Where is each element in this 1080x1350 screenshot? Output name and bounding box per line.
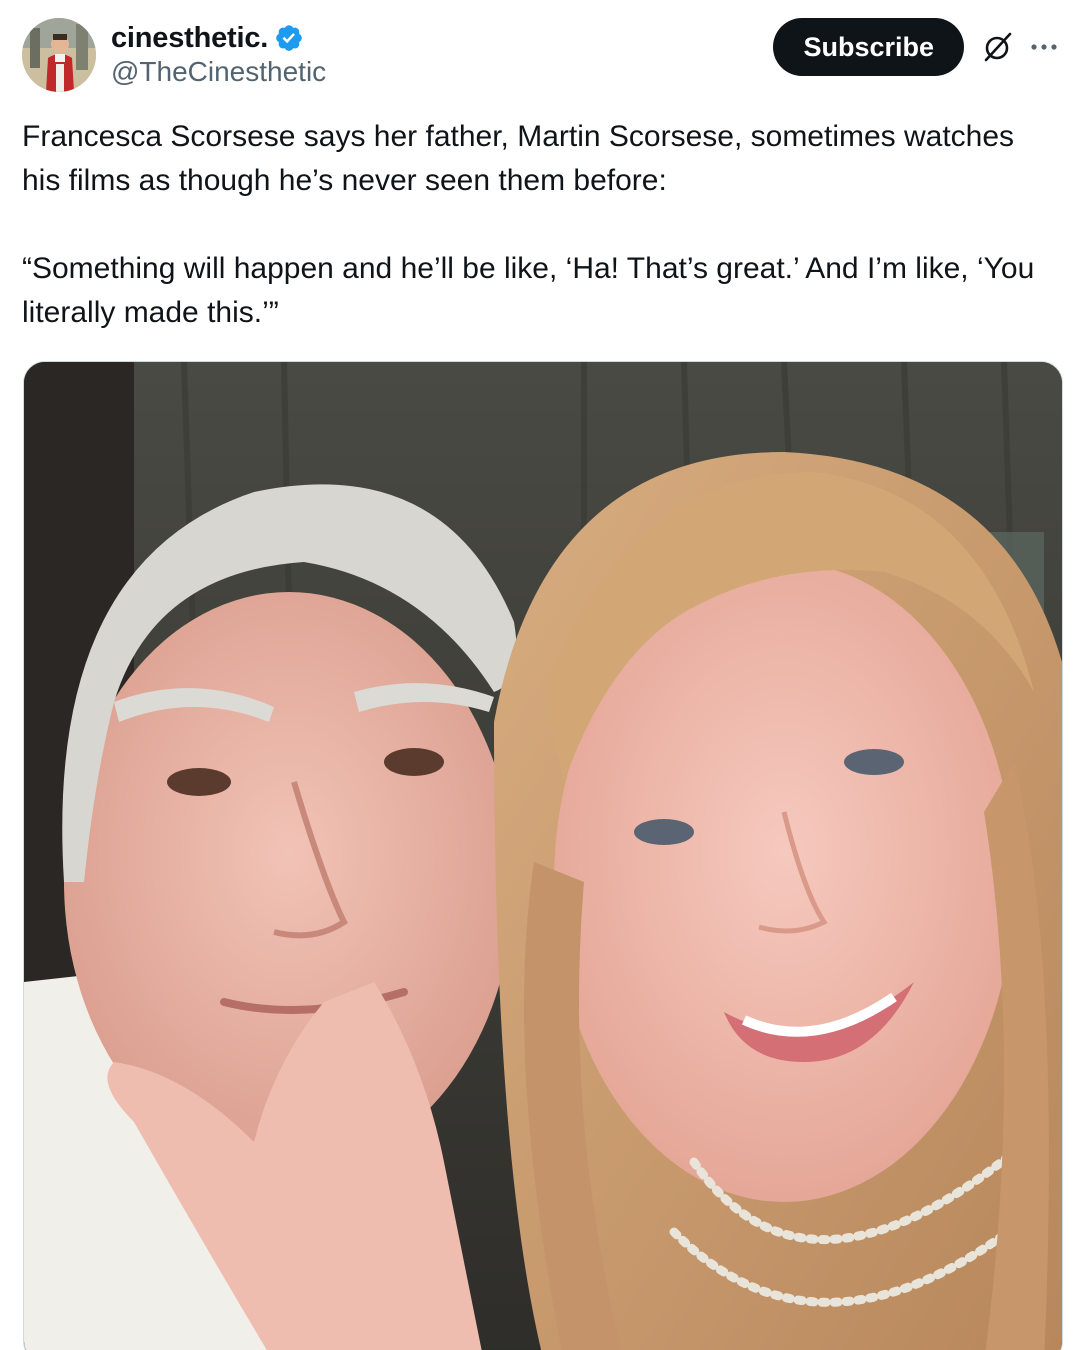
subscribe-button[interactable]: Subscribe	[773, 18, 964, 76]
grok-icon[interactable]	[980, 29, 1016, 65]
author-info: cinesthetic. @TheCinesthetic	[111, 20, 326, 88]
verified-badge-icon	[274, 23, 304, 53]
tweet-photo[interactable]	[23, 361, 1063, 1350]
tweet-quote-paragraph: “Something will happen and he’ll be like…	[22, 252, 1035, 329]
author-name-row: cinesthetic.	[111, 20, 326, 56]
display-name[interactable]: cinesthetic.	[111, 22, 268, 55]
more-icon[interactable]	[1026, 29, 1062, 65]
header-actions: Subscribe	[773, 18, 1062, 76]
avatar[interactable]	[22, 18, 96, 92]
author-handle[interactable]: @TheCinesthetic	[111, 56, 326, 88]
tweet-header: cinesthetic. @TheCinesthetic Subscribe	[22, 18, 1062, 94]
tweet-text: Francesca Scorsese says her father, Mart…	[22, 115, 1052, 335]
tweet-paragraph: Francesca Scorsese says her father, Mart…	[22, 120, 1015, 197]
tweet-card: cinesthetic. @TheCinesthetic Subscribe F…	[0, 0, 1080, 1350]
